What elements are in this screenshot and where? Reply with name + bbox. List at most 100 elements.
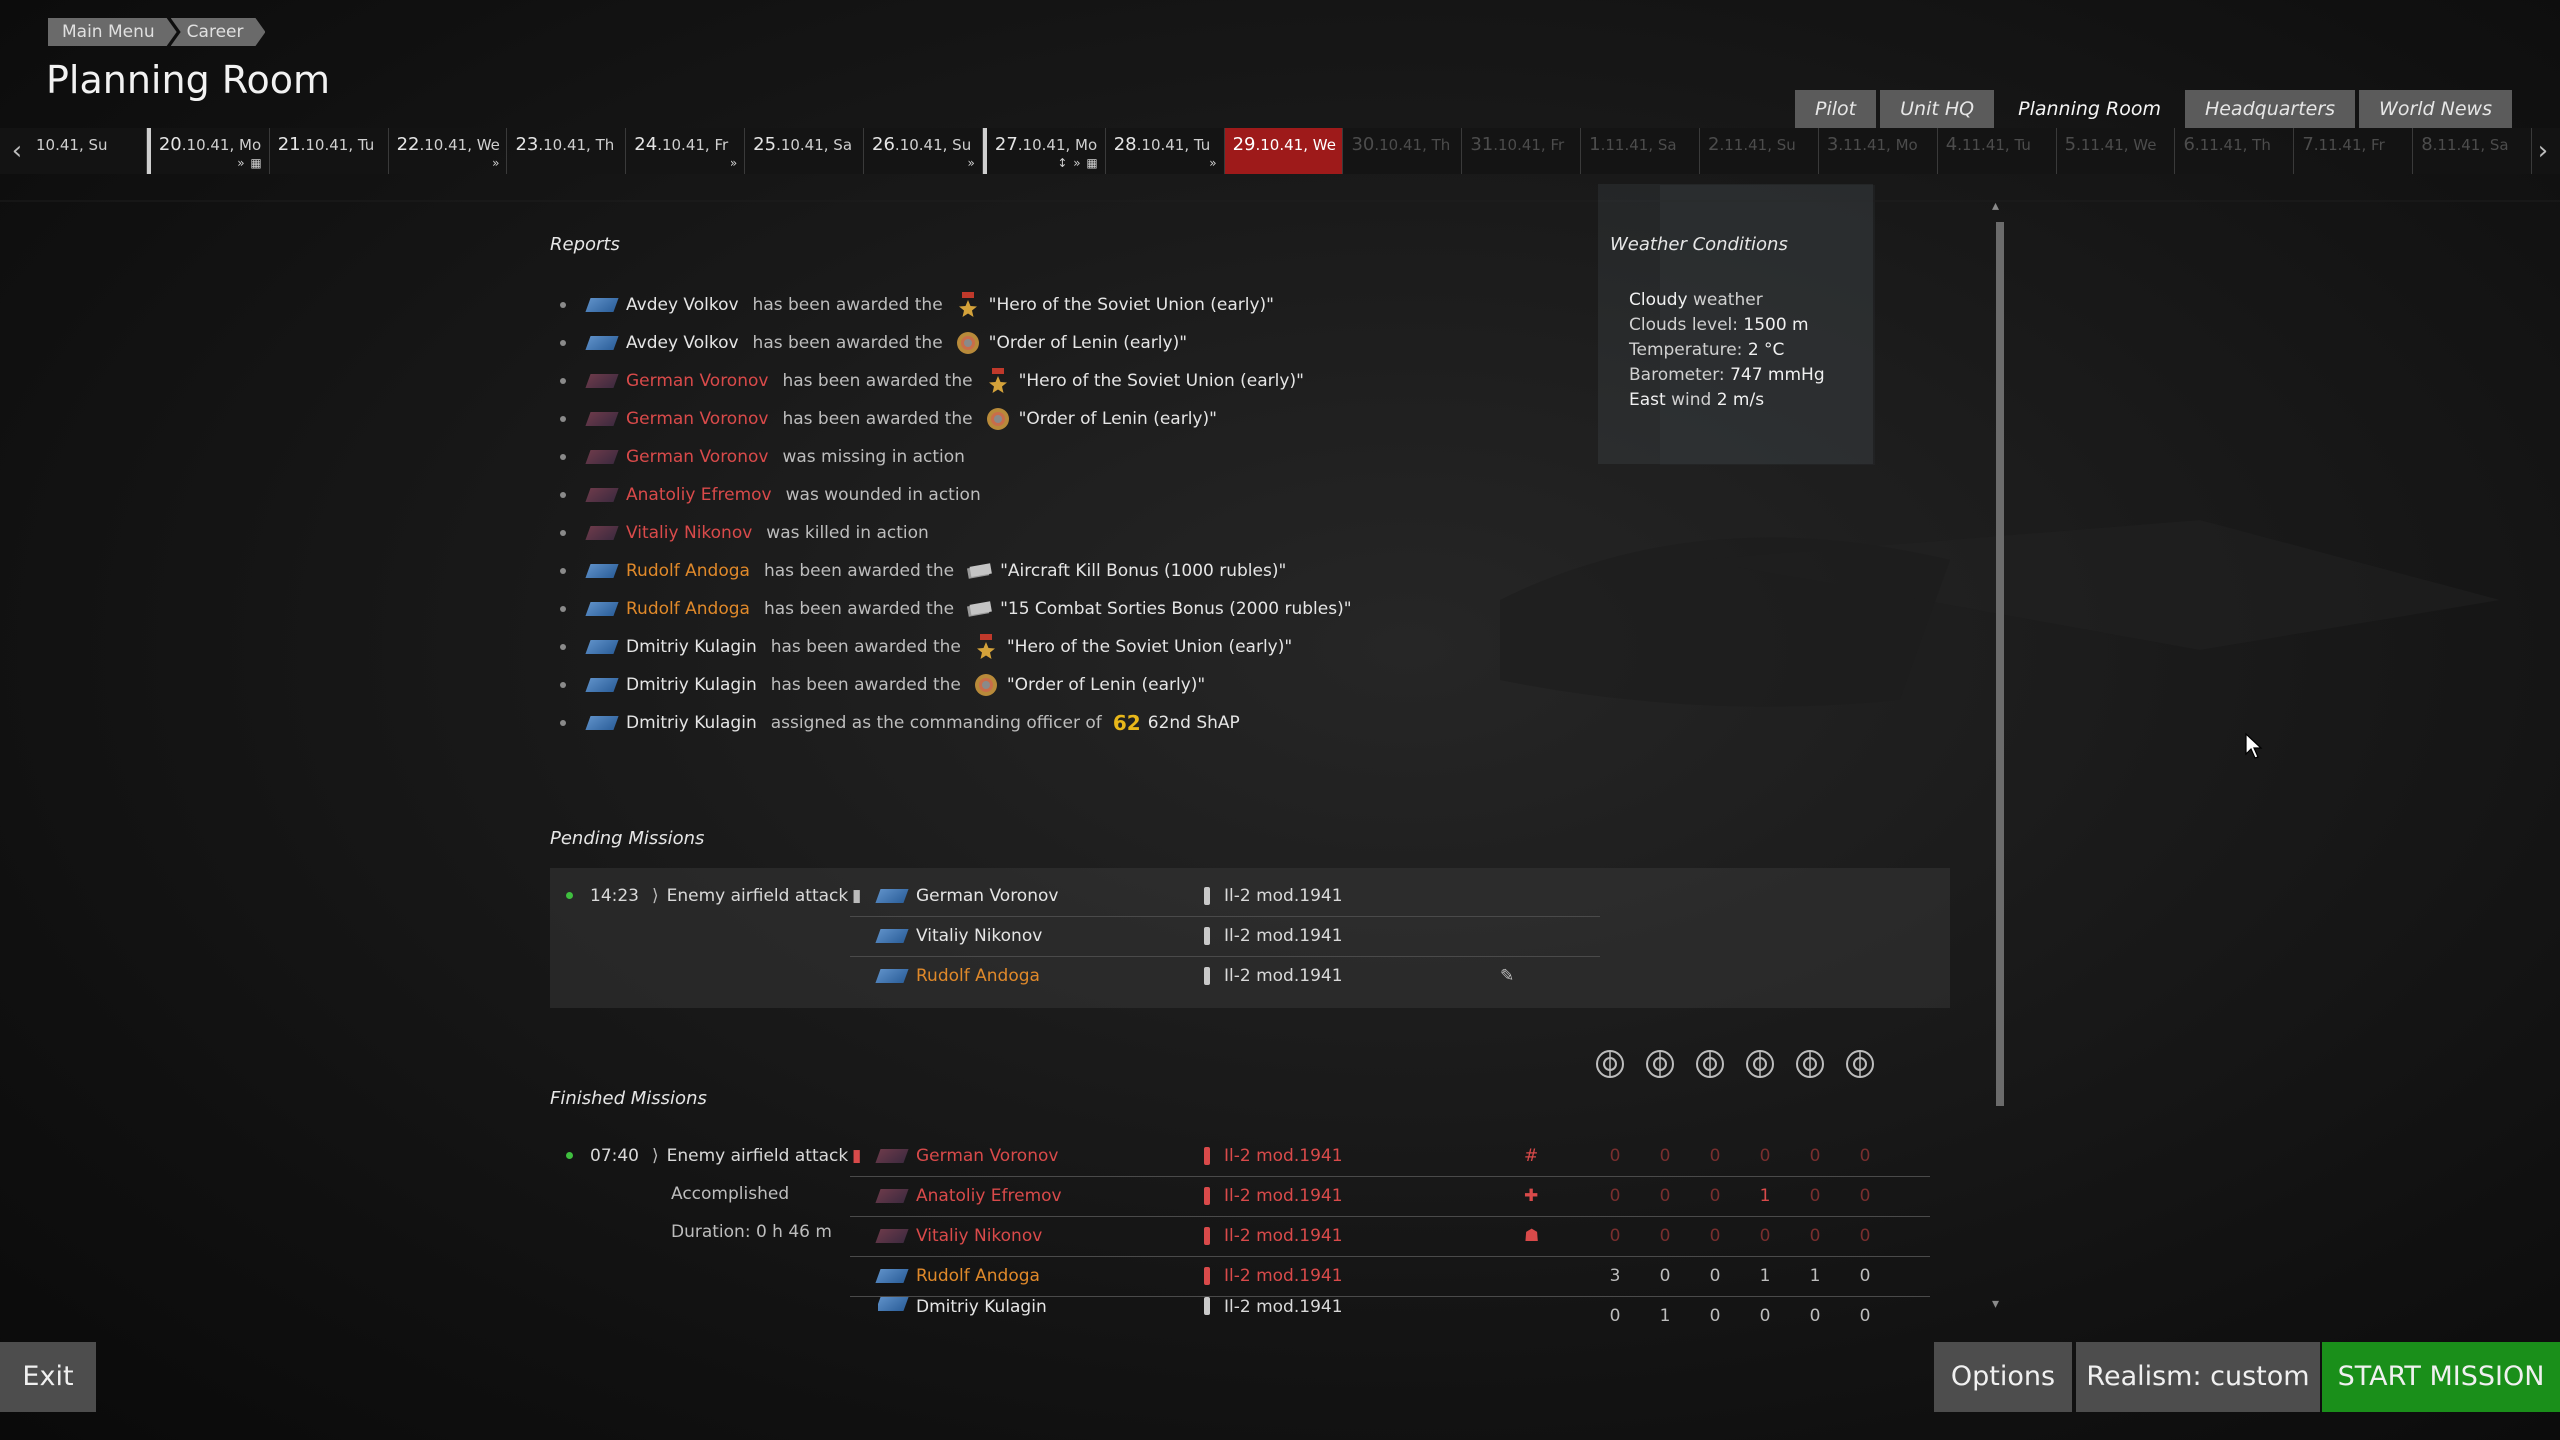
mission-flag-icon: ▮ — [852, 886, 862, 906]
scroll-down-icon[interactable]: ▾ — [1992, 1296, 1999, 1312]
report-award: "Hero of the Soviet Union (early)" — [1018, 371, 1304, 391]
calendar-day[interactable]: 2.11.41, Su — [1700, 128, 1819, 174]
calendar-day[interactable]: 5.11.41, We — [2057, 128, 2176, 174]
stat-value: 0 — [1859, 1266, 1871, 1286]
pending-pilot-row[interactable]: Rudolf Andoga — [875, 957, 1054, 995]
report-action: has been awarded the — [770, 637, 961, 657]
edit-loadout-icon[interactable]: ✎ — [1500, 957, 1514, 995]
report-award: "Hero of the Soviet Union (early)" — [1006, 637, 1293, 657]
finished-pilot-row[interactable]: Anatoliy Efremov — [875, 1177, 1076, 1215]
report-pilot-name[interactable]: Dmitriy Kulagin — [626, 637, 757, 657]
calendar-day-marks-icon: » ▦ — [237, 156, 263, 170]
calendar-day[interactable]: 1.11.41, Sa — [1581, 128, 1701, 174]
reports-title: Reports — [550, 234, 620, 255]
pending-aircraft[interactable]: Il-2 mod.1941 — [1204, 917, 1343, 955]
finished-aircraft[interactable]: Il-2 mod.1941 — [1204, 1217, 1343, 1255]
report-action: assigned as the commanding officer of — [770, 713, 1102, 733]
finished-pilot-row[interactable]: German Voronov — [875, 1137, 1072, 1175]
calendar-day[interactable]: 28.10.41, Tu» — [1106, 128, 1225, 174]
calendar-day-label: 21.10.41, Tu — [277, 134, 375, 155]
mission-flag-icon: ▮ — [852, 1146, 862, 1166]
calendar-day[interactable]: 31.10.41, Fr — [1462, 128, 1582, 174]
pending-pilot-row[interactable]: Vitaliy Nikonov — [875, 917, 1056, 955]
report-action: was missing in action — [782, 447, 965, 467]
pending-pilot-row[interactable]: German Voronov — [875, 877, 1072, 915]
finished-aircraft[interactable]: Il-2 mod.1941 — [1204, 1297, 1343, 1319]
calendar-day[interactable]: 6.11.41, Th — [2175, 128, 2295, 174]
finished-pilot-row[interactable]: Rudolf Andoga — [875, 1257, 1054, 1295]
calendar-day[interactable]: 24.10.41, Fr» — [626, 128, 746, 174]
options-button[interactable]: Options — [1934, 1342, 2072, 1412]
tab-world-news[interactable]: World News — [2359, 90, 2512, 128]
finished-pilot-row[interactable]: Vitaliy Nikonov — [875, 1217, 1056, 1255]
report-pilot-name[interactable]: Vitaliy Nikonov — [626, 523, 752, 543]
bullet-icon — [560, 416, 566, 422]
scrollbar-thumb[interactable] — [1996, 222, 2004, 1106]
report-action: has been awarded the — [782, 409, 973, 429]
calendar-day[interactable]: 21.10.41, Tu — [270, 128, 389, 174]
calendar-next-arrow-icon[interactable]: › — [2530, 138, 2556, 164]
pilot-rank-flag-icon — [875, 1269, 909, 1283]
finished-aircraft[interactable]: Il-2 mod.1941 — [1204, 1257, 1343, 1295]
calendar-day[interactable]: 27.10.41, Mo ↕ » ▦ — [982, 128, 1106, 174]
calendar-day[interactable]: 8.11.41, Sa — [2413, 128, 2533, 174]
calendar-day[interactable]: 29.10.41, We — [1224, 128, 1344, 174]
report-pilot-name[interactable]: German Voronov — [626, 371, 768, 391]
calendar-day[interactable]: 3.11.41, Mo — [1819, 128, 1938, 174]
report-pilot-name[interactable]: Avdey Volkov — [626, 333, 739, 353]
pending-aircraft[interactable]: Il-2 mod.1941 — [1204, 957, 1343, 995]
tab-planning-room[interactable]: Planning Room — [1998, 90, 2181, 128]
bullet-icon — [560, 530, 566, 536]
calendar-day[interactable]: 10.41, Su — [28, 128, 147, 174]
report-item: Rudolf Andoga has been awarded the "Aircra… — [560, 552, 1460, 590]
tab-unit-hq[interactable]: Unit HQ — [1880, 90, 1995, 128]
tab-pilot[interactable]: Pilot — [1795, 90, 1877, 128]
calendar-day[interactable]: 7.11.41, Fr — [2294, 128, 2414, 174]
stat-value: 0 — [1859, 1306, 1871, 1322]
calendar-day[interactable]: 22.10.41, We» — [389, 128, 508, 174]
mission-type-icon: ⟩ — [652, 1146, 659, 1166]
pending-aircraft[interactable]: Il-2 mod.1941 — [1204, 877, 1343, 915]
calendar-day[interactable]: 4.11.41, Tu — [1938, 128, 2057, 174]
finished-pilot-row[interactable]: Dmitriy Kulagin — [878, 1297, 1061, 1319]
calendar-day-label: 25.10.41, Sa — [753, 134, 853, 155]
calendar-day[interactable]: 30.10.41, Th — [1343, 128, 1463, 174]
mission-status-dot-icon — [566, 1152, 573, 1159]
start-mission-button[interactable]: START MISSION — [2322, 1342, 2560, 1412]
report-pilot-name[interactable]: Rudolf Andoga — [626, 561, 750, 581]
report-pilot-name[interactable]: German Voronov — [626, 447, 768, 467]
report-pilot-name[interactable]: Dmitriy Kulagin — [626, 675, 757, 695]
stat-value: 0 — [1759, 1146, 1771, 1166]
stat-value: 0 — [1759, 1306, 1771, 1322]
report-pilot-name[interactable]: Anatoliy Efremov — [626, 485, 772, 505]
finished-pilot-name: German Voronov — [916, 1146, 1059, 1166]
calendar-prev-arrow-icon[interactable]: ‹ — [4, 138, 30, 164]
finished-aircraft[interactable]: Il-2 mod.1941 — [1204, 1137, 1343, 1175]
pending-mission-type[interactable]: ⟩ Enemy airfield attack — [652, 877, 848, 915]
calendar-day[interactable]: 20.10.41, Mo» ▦ — [146, 128, 270, 174]
scroll-up-icon[interactable]: ▴ — [1992, 198, 1999, 214]
pilot-rank-flag-icon — [585, 716, 619, 730]
weather-wind: East wind 2 m/s — [1629, 390, 1765, 410]
calendar-day-label: 20.10.41, Mo — [158, 134, 262, 155]
calendar-day[interactable]: 23.10.41, Th — [507, 128, 627, 174]
report-pilot-name[interactable]: Avdey Volkov — [626, 295, 739, 315]
pilot-rank-flag-icon — [875, 929, 909, 943]
report-award: 62nd ShAP — [1147, 713, 1240, 733]
report-pilot-name[interactable]: German Voronov — [626, 409, 768, 429]
bullet-icon — [560, 568, 566, 574]
breadcrumb-main-menu[interactable]: Main Menu — [48, 18, 177, 46]
tab-headquarters[interactable]: Headquarters — [2184, 90, 2356, 128]
report-pilot-name[interactable]: Rudolf Andoga — [626, 599, 750, 619]
report-pilot-name[interactable]: Dmitriy Kulagin — [626, 713, 757, 733]
calendar-day[interactable]: 26.10.41, Su» — [864, 128, 983, 174]
stat-value: 0 — [1609, 1146, 1621, 1166]
finished-mission-type[interactable]: ⟩ Enemy airfield attack — [652, 1137, 848, 1175]
calendar-day[interactable]: 25.10.41, Sa — [745, 128, 865, 174]
finished-aircraft[interactable]: Il-2 mod.1941 — [1204, 1177, 1343, 1215]
calendar-day-marks-icon: » — [729, 156, 739, 170]
breadcrumb-career[interactable]: Career — [171, 18, 266, 46]
exit-button[interactable]: Exit — [0, 1342, 96, 1412]
structure-target-icon — [1844, 1048, 1876, 1080]
realism-button[interactable]: Realism: custom — [2076, 1342, 2320, 1412]
